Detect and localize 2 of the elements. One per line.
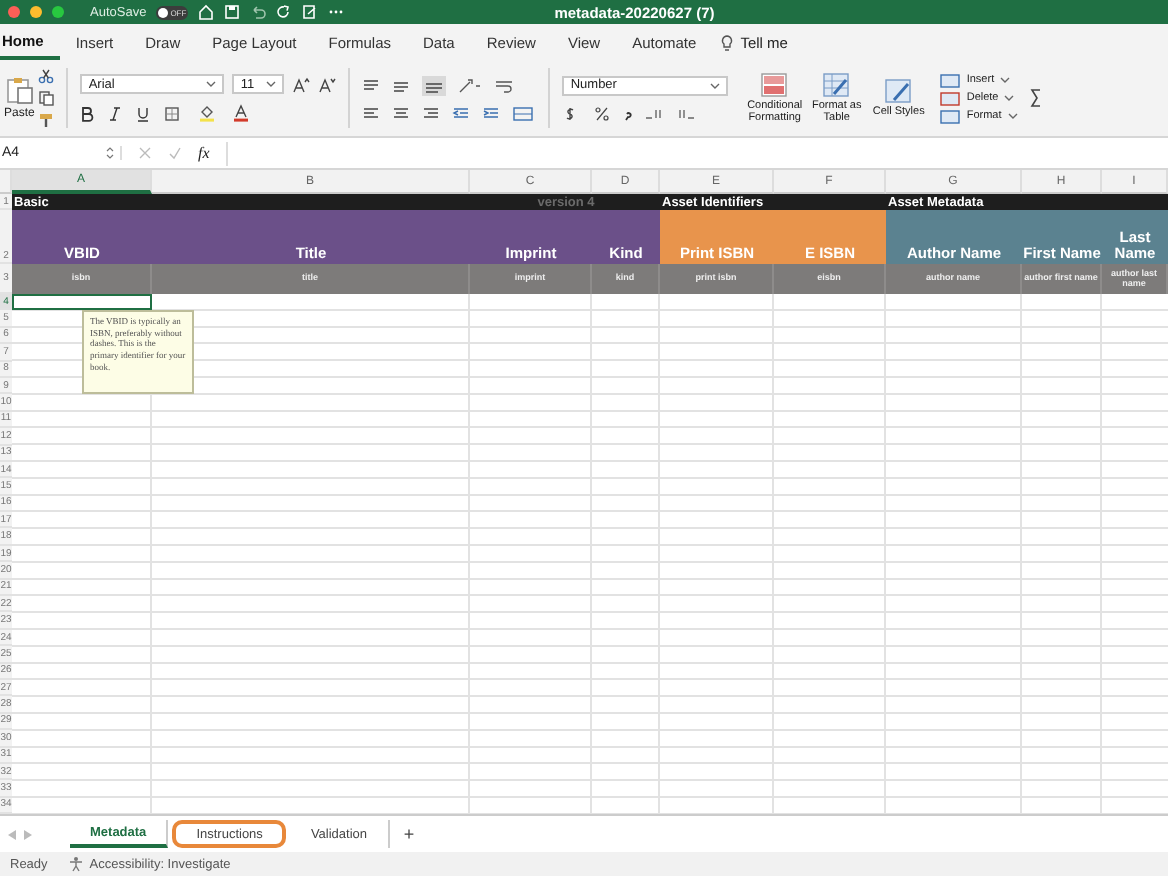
add-sheet-button[interactable]: +	[393, 820, 426, 849]
insert-function-button[interactable]: fx	[198, 144, 210, 162]
